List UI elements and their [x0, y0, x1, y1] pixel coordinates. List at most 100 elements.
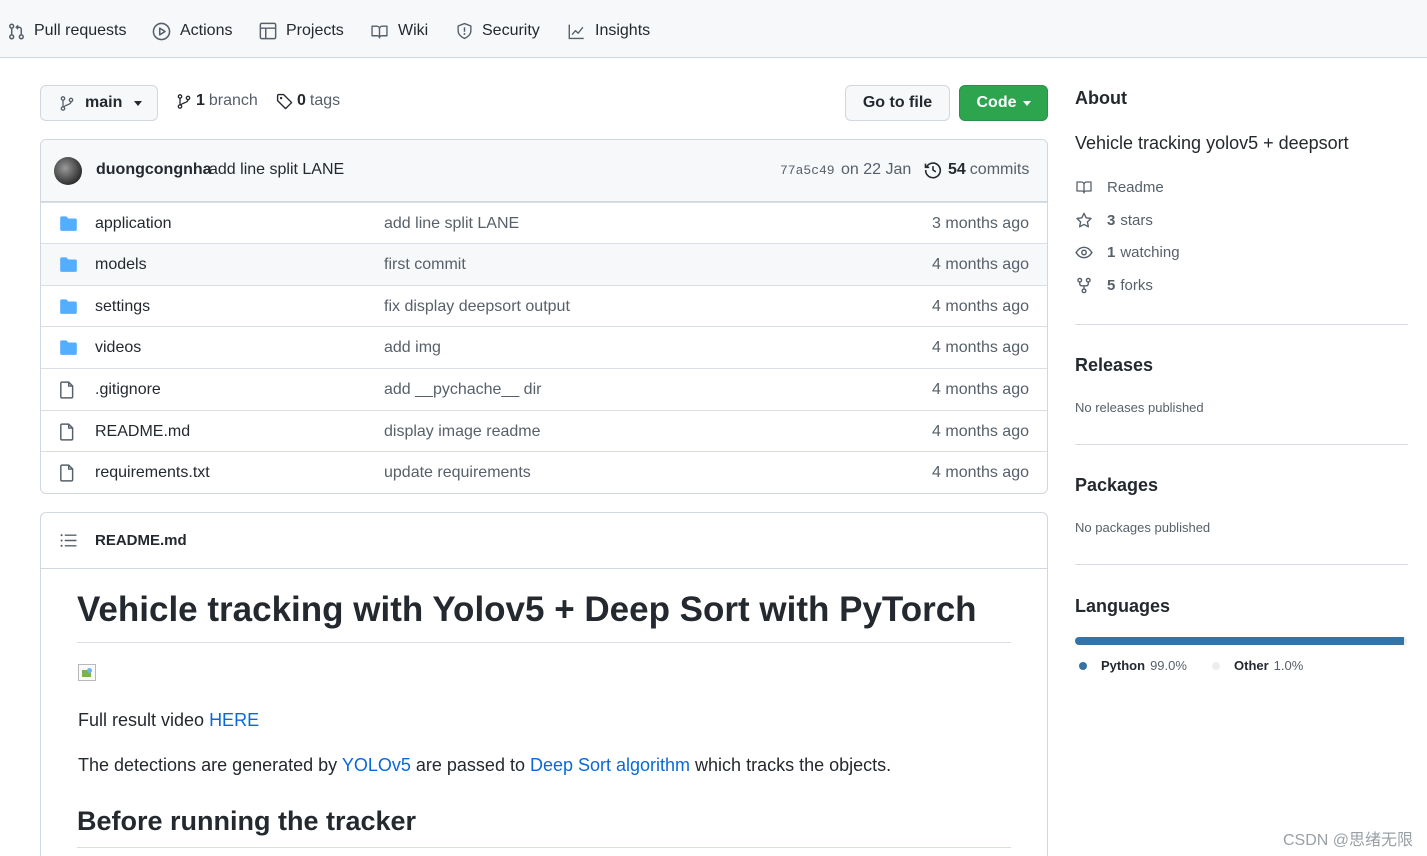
- nav-projects[interactable]: Projects: [259, 18, 344, 44]
- nav-label: Insights: [595, 22, 651, 39]
- file-name-link[interactable]: videos: [95, 339, 141, 357]
- chevron-down-icon: [134, 100, 143, 106]
- commits-link[interactable]: 54 commits: [924, 161, 1029, 179]
- file-row[interactable]: requirements.txt update requirements 4 mon…: [41, 451, 1047, 493]
- branch-label: branch: [208, 92, 258, 109]
- nav-label: Security: [482, 22, 540, 39]
- file-row[interactable]: settings fix display deepsort output 4 mon…: [41, 285, 1047, 327]
- branch-icon: [177, 93, 191, 109]
- language-name: Python: [1101, 658, 1146, 673]
- tags-link[interactable]: 0 tags: [276, 92, 340, 110]
- file-age: 4 months ago: [932, 464, 1029, 481]
- file-icon: [59, 423, 75, 446]
- watching-label: watching: [1120, 243, 1180, 261]
- file-name-link[interactable]: settings: [95, 298, 150, 316]
- language-percent: 99.0%: [1150, 658, 1187, 673]
- readme-link[interactable]: Readme: [1075, 176, 1164, 198]
- file-name-link[interactable]: README.md: [95, 423, 190, 441]
- language-percent: 1.0%: [1273, 658, 1304, 673]
- nav-label: Wiki: [398, 22, 429, 39]
- tag-count: 0: [297, 92, 306, 109]
- file-commit-message[interactable]: first commit: [384, 256, 466, 274]
- branch-icon: [60, 95, 74, 111]
- file-age: 3 months ago: [932, 215, 1029, 232]
- file-name-link[interactable]: application: [95, 215, 172, 233]
- divider: [1075, 564, 1408, 565]
- book-icon: [371, 24, 388, 39]
- list-icon[interactable]: [60, 533, 77, 548]
- paragraph-text: Full result video: [78, 710, 210, 730]
- file-browser: duongcongnha add line split LANE 77a5c49…: [40, 139, 1048, 494]
- nav-label: Projects: [286, 22, 344, 39]
- readme-header: README.md: [41, 513, 1047, 569]
- file-age: 4 months ago: [932, 423, 1029, 440]
- branch-name: main: [85, 94, 123, 111]
- file-row[interactable]: videos add img 4 months ago: [41, 326, 1047, 368]
- forks-link[interactable]: 5 forks: [1075, 274, 1153, 296]
- video-link[interactable]: HERE: [209, 710, 259, 730]
- branches-link[interactable]: 1 branch: [176, 92, 258, 110]
- file-commit-message[interactable]: display image readme: [384, 423, 541, 441]
- file-row[interactable]: application add line split LANE 3 months a…: [41, 202, 1047, 244]
- file-commit-message[interactable]: update requirements: [384, 464, 531, 482]
- nav-pull-requests[interactable]: Pull requests: [8, 18, 127, 44]
- languages-title: Languages: [1075, 596, 1171, 616]
- commit-date: on 22 Jan: [841, 161, 912, 178]
- commit-sha[interactable]: 77a5c49: [780, 163, 835, 178]
- commit-author[interactable]: duongcongnha: [96, 161, 212, 179]
- language-color-dot: [1212, 661, 1220, 670]
- releases-title[interactable]: Releases: [1075, 355, 1153, 376]
- paragraph-text: are passed to: [410, 755, 530, 775]
- file-name-link[interactable]: .gitignore: [95, 381, 161, 399]
- repo-nav: Pull requests Actions Projects Wiki Secu…: [0, 0, 1427, 58]
- language-other[interactable]: Other 1.0%: [1212, 658, 1303, 673]
- language-python[interactable]: Python 99.0%: [1079, 658, 1187, 673]
- file-name-link[interactable]: requirements.txt: [95, 464, 210, 482]
- code-button[interactable]: Code: [959, 85, 1048, 121]
- nav-security[interactable]: Security: [456, 18, 540, 44]
- commit-count: 54: [948, 161, 966, 178]
- commit-count-label: commits: [969, 161, 1030, 178]
- watching-count: 1: [1107, 243, 1116, 261]
- readme-paragraph-video: Full result video HERE: [78, 710, 259, 731]
- divider: [1075, 444, 1408, 445]
- file-row[interactable]: models first commit 4 months ago: [41, 243, 1047, 285]
- stars-label: stars: [1120, 211, 1153, 229]
- file-age: 4 months ago: [932, 339, 1029, 356]
- file-row[interactable]: .gitignore add __pychache__ dir 4 months a…: [41, 368, 1047, 410]
- paragraph-text: The detections are generated by: [78, 755, 342, 775]
- tag-icon: [276, 93, 293, 109]
- file-commit-message[interactable]: add img: [384, 339, 441, 357]
- file-name-link[interactable]: models: [95, 256, 147, 274]
- file-commit-message[interactable]: fix display deepsort output: [384, 298, 570, 316]
- language-name: Other: [1234, 658, 1269, 673]
- packages-title[interactable]: Packages: [1075, 475, 1158, 496]
- go-to-file-button[interactable]: Go to file: [845, 85, 950, 121]
- watching-link[interactable]: 1 watching: [1075, 241, 1180, 263]
- yolov5-link[interactable]: YOLOv5: [342, 755, 411, 775]
- star-icon: [1076, 212, 1092, 227]
- language-bar-segment: [1075, 637, 1404, 645]
- file-age: 4 months ago: [932, 298, 1029, 315]
- latest-commit-bar: duongcongnha add line split LANE 77a5c49…: [41, 140, 1047, 202]
- file-row[interactable]: README.md display image readme 4 months ag…: [41, 410, 1047, 452]
- go-to-file-label: Go to file: [862, 94, 933, 111]
- file-icon: [59, 464, 75, 487]
- repo-description: Vehicle tracking yolov5 + deepsort: [1075, 133, 1349, 153]
- avatar[interactable]: [54, 157, 82, 185]
- readme-paragraph-detections: The detections are generated by YOLOv5 a…: [78, 755, 891, 776]
- deep-sort-link[interactable]: Deep Sort algorithm: [530, 755, 690, 775]
- chevron-down-icon: [1022, 100, 1031, 106]
- file-icon: [59, 381, 75, 404]
- nav-wiki[interactable]: Wiki: [370, 18, 428, 44]
- language-bar-segment: [1403, 637, 1407, 645]
- stars-count: 3: [1107, 211, 1116, 229]
- nav-actions[interactable]: Actions: [152, 18, 232, 44]
- language-bar: [1075, 637, 1407, 645]
- file-commit-message[interactable]: add __pychache__ dir: [384, 381, 541, 399]
- stars-link[interactable]: 3 stars: [1075, 209, 1153, 231]
- branch-select-button[interactable]: main: [40, 85, 158, 121]
- commit-message[interactable]: add line split LANE: [209, 161, 344, 179]
- file-commit-message[interactable]: add line split LANE: [384, 215, 519, 233]
- nav-insights[interactable]: Insights: [567, 18, 650, 44]
